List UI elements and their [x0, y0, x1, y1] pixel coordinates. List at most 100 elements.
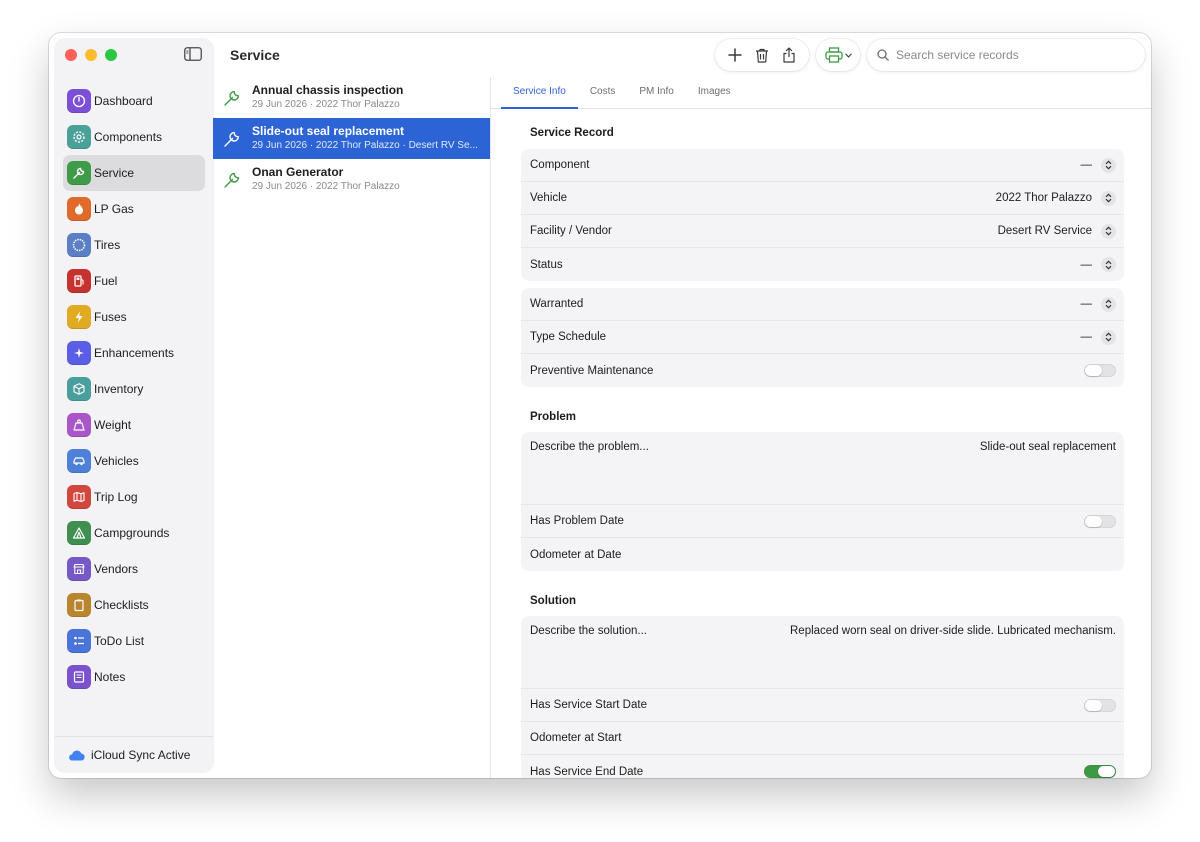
record-title: Slide-out seal replacement [252, 124, 405, 138]
solution-card: Describe the solution... Replaced worn s… [521, 616, 1124, 778]
odometer-at-start-row[interactable]: Odometer at Start [521, 722, 1124, 755]
sync-status-label: iCloud Sync Active [91, 747, 191, 762]
record-list: Annual chassis inspection 29 Jun 2026 · 2… [213, 77, 490, 778]
odometer-at-date-row[interactable]: Odometer at Date [521, 538, 1124, 571]
storefront-icon [67, 557, 91, 581]
status-label: Status [530, 258, 563, 271]
minimize-window-button[interactable] [85, 49, 97, 61]
sidebar-item-vendors[interactable]: Vendors [63, 551, 205, 587]
sidebar-item-label: Inventory [94, 382, 144, 396]
type-schedule-picker[interactable] [1101, 329, 1116, 345]
status-picker[interactable] [1101, 257, 1116, 272]
vehicle-row[interactable]: Vehicle 2022 Thor Palazzo [521, 182, 1124, 215]
sidebar-toggle-icon[interactable] [184, 47, 202, 61]
sidebar-item-label: Fuses [94, 310, 127, 324]
service-record-card: Component — Vehicle 2022 Thor Palazzo Fa… [521, 149, 1124, 281]
component-picker[interactable] [1101, 157, 1116, 173]
note-icon [67, 665, 91, 689]
has-problem-date-toggle[interactable] [1084, 514, 1116, 528]
facility-value: Desert RV Service [997, 225, 1092, 237]
facility-row[interactable]: Facility / Vendor Desert RV Service [521, 215, 1124, 248]
box-icon [67, 377, 91, 401]
wrench-icon [67, 161, 91, 185]
sidebar-item-weight[interactable]: Weight [63, 407, 205, 443]
warranted-label: Warranted [530, 298, 584, 310]
sidebar-item-campgrounds[interactable]: Campgrounds [63, 515, 205, 551]
sidebar-item-todo-list[interactable]: ToDo List [63, 623, 205, 659]
sidebar-item-fuses[interactable]: Fuses [63, 299, 205, 335]
chevron-updown-icon [1105, 299, 1112, 309]
sidebar-item-inventory[interactable]: Inventory [63, 371, 205, 407]
sidebar-item-service[interactable]: Service [63, 155, 205, 191]
search-icon [877, 49, 889, 61]
sidebar-item-checklists[interactable]: Checklists [63, 587, 205, 623]
sidebar-item-label: ToDo List [94, 634, 145, 648]
tab-costs[interactable]: Costs [578, 77, 628, 108]
detail-tabs: Service Info Costs PM Info Images [491, 77, 1151, 109]
search-input[interactable] [896, 48, 1126, 62]
preventive-maintenance-toggle[interactable] [1084, 364, 1116, 377]
record-subtitle: 29 Jun 2026 · 2022 Thor Palazzo [252, 99, 400, 110]
record-list-item[interactable]: Annual chassis inspection 29 Jun 2026 · 2… [213, 77, 490, 118]
component-label: Component [530, 159, 590, 171]
wrench-icon [224, 90, 240, 106]
vehicle-label: Vehicle [530, 192, 568, 204]
sidebar-item-label: Service [94, 166, 135, 180]
checklist-icon [67, 629, 91, 653]
sidebar: Dashboard Components Service LP Gas Tires Fue… [55, 39, 213, 772]
sidebar-item-lp-gas[interactable]: LP Gas [63, 191, 205, 227]
detail-pane: Service Info Costs PM Info Images Service R… [491, 77, 1151, 778]
record-list-item[interactable]: Slide-out seal replacement 29 Jun 2026 · … [213, 118, 490, 159]
type-schedule-row[interactable]: Type Schedule — [521, 321, 1124, 354]
sidebar-item-components[interactable]: Components [63, 119, 205, 155]
print-menu-button[interactable] [816, 39, 860, 71]
tab-images[interactable]: Images [686, 77, 743, 108]
sidebar-item-dashboard[interactable]: Dashboard [63, 83, 205, 119]
schedule-card: Warranted — Type Schedule — Preventive M… [521, 288, 1124, 387]
sidebar-item-fuel[interactable]: Fuel [63, 263, 205, 299]
section-title-service-record: Service Record [530, 127, 614, 139]
warranted-picker[interactable] [1101, 296, 1116, 312]
has-service-end-date-toggle[interactable] [1084, 765, 1116, 778]
facility-picker[interactable] [1101, 223, 1116, 239]
search-field[interactable] [867, 39, 1145, 71]
facility-label: Facility / Vendor [530, 225, 612, 237]
sidebar-item-tires[interactable]: Tires [63, 227, 205, 263]
zoom-window-button[interactable] [105, 49, 117, 61]
solution-textarea[interactable]: Describe the solution... Replaced worn s… [521, 616, 1124, 689]
printer-icon [824, 47, 843, 63]
app-window: Dashboard Components Service LP Gas Tires Fue… [49, 33, 1151, 778]
clipboard-icon [67, 593, 91, 617]
type-schedule-value: — [1080, 331, 1093, 343]
warranted-row[interactable]: Warranted — [521, 288, 1124, 321]
sidebar-item-vehicles[interactable]: Vehicles [63, 443, 205, 479]
delete-button[interactable] [751, 44, 773, 66]
tent-icon [67, 521, 91, 545]
has-problem-date-label: Has Problem Date [530, 515, 624, 527]
close-window-button[interactable] [65, 49, 77, 61]
vehicle-value: 2022 Thor Palazzo [995, 192, 1092, 204]
vehicle-picker[interactable] [1101, 190, 1116, 206]
tab-service-info[interactable]: Service Info [501, 77, 578, 109]
has-service-start-date-toggle[interactable] [1084, 698, 1116, 712]
status-row[interactable]: Status — [521, 248, 1124, 281]
add-button[interactable] [724, 44, 746, 66]
problem-value: Slide-out seal replacement [979, 441, 1116, 453]
gear-icon [67, 125, 91, 149]
share-button[interactable] [778, 44, 800, 66]
record-list-item[interactable]: Onan Generator 29 Jun 2026 · 2022 Thor Pa… [213, 159, 490, 200]
has-service-start-date-row: Has Service Start Date [521, 689, 1124, 722]
sidebar-item-trip-log[interactable]: Trip Log [63, 479, 205, 515]
sidebar-item-notes[interactable]: Notes [63, 659, 205, 695]
tab-pm-info[interactable]: PM Info [627, 77, 685, 108]
type-schedule-label: Type Schedule [530, 331, 607, 343]
sidebar-item-enhancements[interactable]: Enhancements [63, 335, 205, 371]
sidebar-item-label: Components [94, 130, 163, 144]
problem-placeholder: Describe the problem... [530, 441, 649, 453]
problem-textarea[interactable]: Describe the problem... Slide-out seal r… [521, 432, 1124, 505]
odometer-at-date-label: Odometer at Date [530, 548, 622, 561]
sidebar-item-label: Weight [94, 418, 132, 432]
component-row[interactable]: Component — [521, 149, 1124, 182]
trash-icon [755, 48, 768, 63]
sidebar-item-label: Vendors [94, 562, 139, 576]
